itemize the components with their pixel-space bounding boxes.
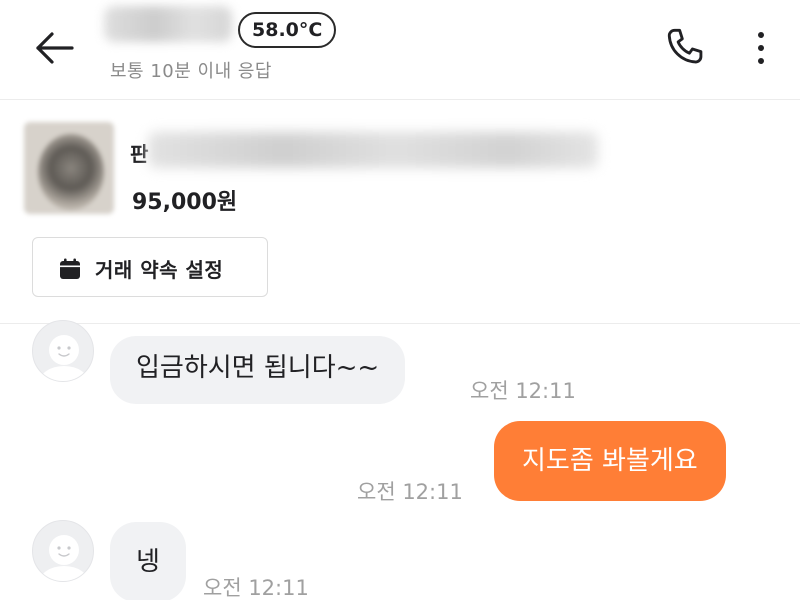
arrow-left-icon bbox=[36, 32, 74, 64]
calendar-icon bbox=[60, 258, 80, 279]
more-vertical-icon bbox=[758, 32, 764, 64]
default-avatar-icon bbox=[39, 335, 89, 381]
product-title-prefix: 판 bbox=[130, 142, 149, 166]
chat-header: 58.0°C 보통 10분 이내 응답 bbox=[0, 0, 800, 100]
more-options-button[interactable] bbox=[748, 25, 774, 71]
call-button[interactable] bbox=[662, 25, 708, 71]
message-time: 오전 12:11 bbox=[470, 379, 576, 403]
blurred-username bbox=[104, 6, 232, 42]
set-appointment-button[interactable]: 거래 약속 설정 bbox=[32, 237, 268, 297]
message-time: 오전 12:11 bbox=[203, 576, 309, 600]
manner-temperature-badge: 58.0°C bbox=[238, 12, 337, 48]
phone-icon bbox=[667, 28, 703, 64]
sender-avatar[interactable] bbox=[32, 320, 94, 382]
back-button[interactable] bbox=[30, 28, 78, 68]
product-thumbnail[interactable] bbox=[24, 122, 114, 214]
message-time: 오전 12:11 bbox=[357, 480, 463, 504]
product-price: 95,000원 bbox=[132, 190, 238, 215]
set-appointment-label: 거래 약속 설정 bbox=[95, 258, 224, 282]
default-avatar-icon bbox=[39, 535, 89, 581]
blurred-product-title bbox=[148, 132, 598, 168]
message-bubble-outgoing[interactable]: 지도좀 봐볼게요 bbox=[494, 421, 726, 501]
product-summary[interactable]: 판 95,000원 거래 약속 설정 bbox=[0, 100, 800, 324]
response-time-text: 보통 10분 이내 응답 bbox=[110, 61, 272, 82]
message-bubble-incoming[interactable]: 넹 bbox=[110, 522, 186, 600]
chat-messages[interactable]: 입금하시면 됩니다~~ 오전 12:11 오전 12:11 지도좀 봐볼게요 넹… bbox=[0, 320, 800, 600]
message-bubble-incoming[interactable]: 입금하시면 됩니다~~ bbox=[110, 336, 406, 404]
sender-avatar[interactable] bbox=[32, 520, 94, 582]
